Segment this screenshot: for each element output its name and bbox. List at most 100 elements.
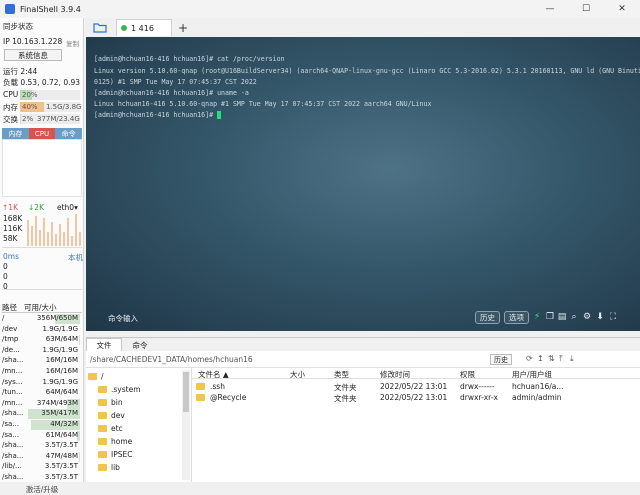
net-level-3: 58K	[3, 234, 18, 243]
col-size[interactable]: 大小	[290, 369, 305, 380]
paste-icon[interactable]: ▤	[557, 312, 567, 322]
copy-ip-button[interactable]: 复制	[66, 38, 79, 48]
disk-row[interactable]: / 356M/650M	[2, 314, 82, 324]
ping-value-2: 0	[3, 272, 8, 281]
tab-commands[interactable]: 命令	[122, 338, 158, 352]
disk-row[interactable]: /sha... 16M/16M	[2, 356, 82, 366]
file-row[interactable]: .ssh 文件夹 2022/05/22 13:01 drwx------ hchuan1…	[192, 381, 640, 392]
folder-icon	[98, 385, 107, 393]
tree-scrollbar[interactable]	[182, 370, 190, 480]
tree-item-root[interactable]: /	[88, 370, 104, 382]
maximize-button[interactable]: ☐	[568, 0, 604, 18]
current-path[interactable]: /share/CACHEDEV1_DATA/homes/hchuan16	[90, 355, 253, 364]
upload-icon[interactable]: ⤒	[559, 354, 563, 364]
swap-label: 交换	[3, 115, 18, 124]
lightning-icon[interactable]: ⚡	[532, 312, 542, 322]
minimize-button[interactable]: —	[532, 0, 568, 18]
system-info-button[interactable]: 系统信息	[4, 49, 62, 61]
file-list: 文件名 ▲ 大小 类型 修改时间 权限 用户/用户组 .ssh 文件夹 2022/0…	[192, 368, 640, 482]
disk-row[interactable]: /sa... 61M/64M	[2, 430, 82, 441]
tab-process-cpu[interactable]: CPU	[28, 128, 56, 139]
file-cell-perm: drwx------	[460, 382, 495, 391]
tab-session[interactable]: 1 416	[116, 19, 172, 36]
command-input[interactable]: 命令输入 历史 选项 ⚡ ❐ ▤ ⌕ ⚙ ⬇ ⛶	[86, 309, 640, 327]
tree-item[interactable]: etc	[98, 422, 123, 434]
disk-size-text: 374M/493M	[36, 398, 78, 407]
tree-item-label: dev	[111, 410, 125, 420]
open-folder-button[interactable]	[90, 20, 110, 36]
mem-detail: 1.5G/3.8G	[46, 103, 82, 111]
ping-value-3: 0	[3, 282, 8, 291]
tree-item[interactable]: lib	[98, 461, 120, 473]
folder-icon	[98, 411, 107, 419]
history-button[interactable]: 历史	[475, 311, 500, 324]
transfer-icon[interactable]: ⇅	[548, 354, 555, 363]
folder-icon	[88, 372, 97, 380]
session-tab-bar: 1 416 +	[86, 18, 640, 37]
tree-item[interactable]: .system	[98, 383, 141, 395]
tree-item[interactable]: dev	[98, 409, 125, 421]
add-tab-button[interactable]: +	[178, 21, 188, 35]
options-button[interactable]: 选项	[504, 311, 529, 324]
tab-process-command[interactable]: 命令	[55, 128, 83, 139]
download-rate: 2K	[34, 203, 44, 212]
upload-rate: 1K	[8, 203, 18, 212]
swap-detail: 377M/23.4G	[37, 115, 80, 123]
disk-size-text: 61M/64M	[45, 430, 78, 439]
net-level-2: 116K	[3, 224, 23, 233]
up-directory-icon[interactable]: ↥	[537, 354, 544, 363]
process-list[interactable]	[2, 139, 82, 197]
interface-name: eth0	[57, 203, 75, 212]
terminal-line: Linux hchuan16-416 5.10.60-qnap #1 SMP T…	[94, 100, 432, 108]
col-owner[interactable]: 用户/用户组	[512, 369, 552, 380]
gear-icon[interactable]: ⚙	[582, 312, 592, 322]
col-mtime[interactable]: 修改时间	[380, 369, 410, 380]
tree-item-label: /	[101, 371, 104, 381]
network-interface-select[interactable]: eth0▾	[57, 203, 78, 212]
terminal[interactable]: [admin@hchuan16-416 hchuan16]# cat /proc…	[86, 37, 640, 331]
tree-item[interactable]: bin	[98, 396, 123, 408]
window-title: FinalShell 3.9.4	[20, 4, 81, 14]
disk-row[interactable]: /mn... 374M/493M	[2, 398, 82, 409]
download-file-icon[interactable]: ⤓	[570, 354, 574, 364]
ping-host-select[interactable]: 本机	[68, 252, 83, 263]
sync-status[interactable]: 同步状态	[3, 21, 33, 32]
disk-row[interactable]: /de... 1.9G/1.9G	[2, 346, 82, 356]
command-input-label: 命令输入	[108, 314, 138, 323]
search-icon[interactable]: ⌕	[569, 312, 579, 322]
copy-icon[interactable]: ❐	[545, 312, 555, 322]
tree-item[interactable]: IPSEC	[98, 448, 132, 460]
col-filename[interactable]: 文件名 ▲	[198, 369, 229, 380]
download-icon[interactable]: ⬇	[595, 312, 605, 322]
disk-row[interactable]: /sha... 3.5T/3.5T	[2, 441, 82, 451]
tab-files[interactable]: 文件	[86, 338, 122, 352]
path-history-button[interactable]: 历史	[490, 354, 512, 365]
disk-path: /sha...	[2, 356, 24, 365]
swap-bar: 2% 377M/23.4G	[20, 114, 80, 124]
col-permissions[interactable]: 权限	[460, 369, 475, 380]
disk-size: 3.5T/3.5T	[24, 462, 80, 472]
col-type[interactable]: 类型	[334, 369, 349, 380]
fullscreen-icon[interactable]: ⛶	[608, 312, 618, 322]
file-row[interactable]: @Recycle 文件夹 2022/05/22 13:01 drwxr-xr-x adm…	[192, 392, 640, 403]
disk-size-text: 4M/32M	[50, 420, 78, 428]
disk-row[interactable]: /tmp 63M/64M	[2, 335, 82, 346]
refresh-icon[interactable]: ⟳	[526, 354, 533, 363]
terminal-line: Linux version 5.10.60-qnap (root@U16Buil…	[94, 67, 640, 75]
disk-row[interactable]: /sha... 35M/417M	[2, 409, 82, 420]
disk-row[interactable]: /lib/... 3.5T/3.5T	[2, 462, 82, 472]
disk-row[interactable]: /tun... 64M/64M	[2, 388, 82, 398]
disk-row[interactable]: /sha... 47M/48M	[2, 451, 82, 462]
disk-row[interactable]: /sa... 4M/32M	[2, 420, 82, 430]
disk-row[interactable]: /dev 1.9G/1.9G	[2, 325, 82, 335]
activate-upgrade-link[interactable]: 激活/升级	[0, 484, 84, 495]
tab-process-memory[interactable]: 内存	[2, 128, 29, 139]
disk-row[interactable]: /sys... 1.9G/1.9G	[2, 378, 82, 388]
disk-size-text: 63M/64M	[45, 335, 78, 344]
scrollbar-thumb[interactable]	[183, 372, 189, 412]
disk-col-path: 路径	[2, 303, 17, 312]
tree-item[interactable]: home	[98, 435, 132, 447]
disk-size-text: 35M/417M	[41, 409, 78, 418]
close-button[interactable]: ✕	[604, 0, 640, 18]
disk-row[interactable]: /mn... 16M/16M	[2, 367, 82, 377]
